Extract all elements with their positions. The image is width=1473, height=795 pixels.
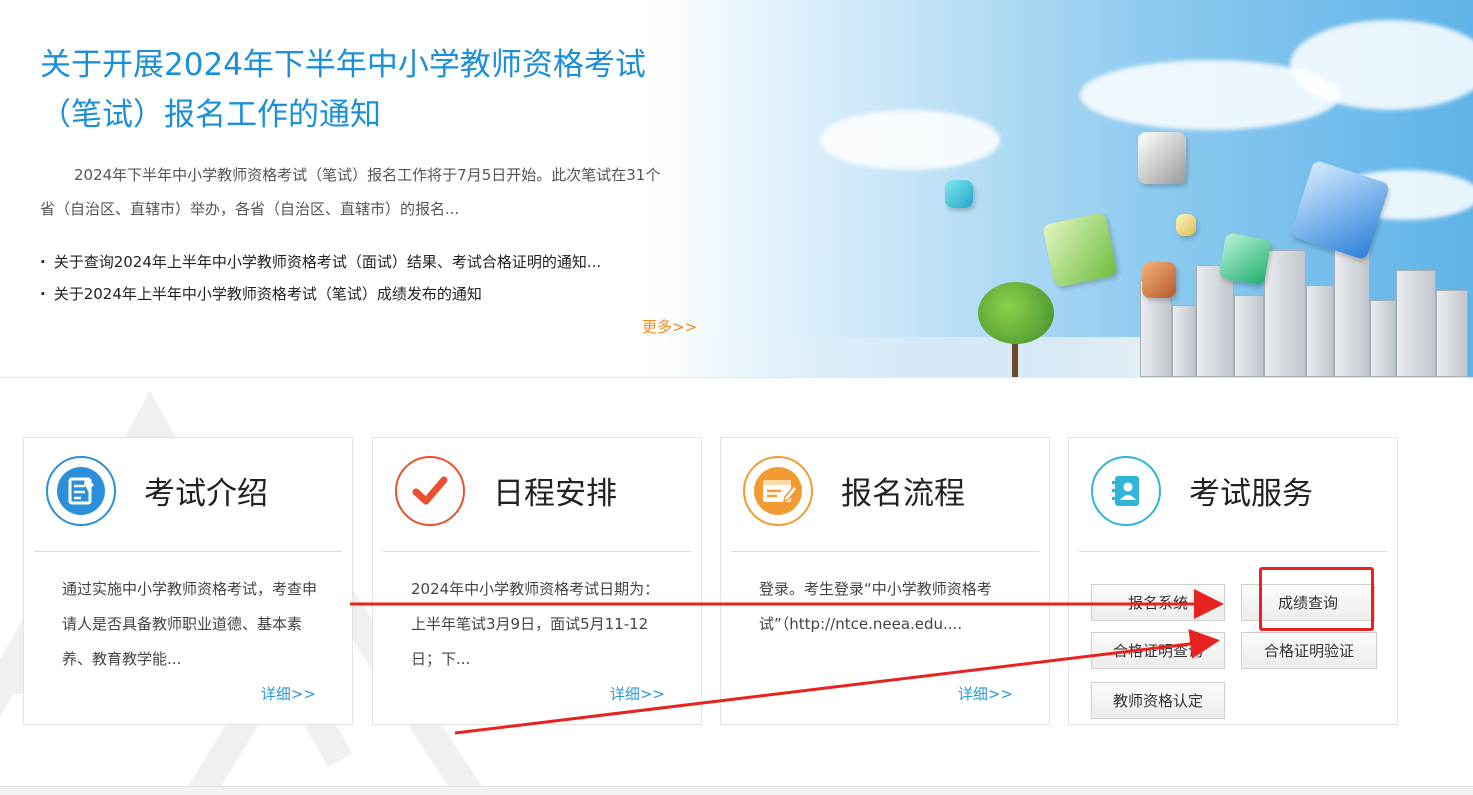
registration-process-card: 报名流程 登录。考生登录“中小学教师资格考试”（http://ntce.neea… (720, 437, 1050, 725)
cloud (820, 110, 1000, 170)
more-news-link[interactable]: 更多>> (642, 316, 697, 337)
tv-cube-icon (1042, 212, 1118, 288)
card-title: 日程安排 (493, 476, 617, 512)
small-yellow-cube-icon (1176, 214, 1196, 236)
teacher-qualification-button[interactable]: 教师资格认定 (1091, 682, 1225, 719)
schedule-card: 日程安排 2024年中小学教师资格考试日期为：上半年笔试3月9日，面试5月11-… (372, 437, 702, 725)
divider (34, 551, 342, 552)
divider (731, 551, 1039, 552)
divider (383, 551, 691, 552)
browser-edit-icon (743, 456, 813, 526)
detail-link[interactable]: 详细>> (610, 683, 665, 704)
green-cube-icon (1218, 232, 1272, 286)
card-title: 报名流程 (841, 476, 965, 512)
exam-service-card: 考试服务 报名系统 成绩查询 合格证明查询 合格证明验证 教师资格认定 (1068, 437, 1398, 725)
detail-link[interactable]: 详细>> (958, 683, 1013, 704)
registration-system-button[interactable]: 报名系统 (1091, 584, 1225, 621)
score-query-button[interactable]: 成绩查询 (1241, 584, 1375, 621)
card-text: 2024年中小学教师资格考试日期为：上半年笔试3月9日，面试5月11-12日；下… (411, 580, 660, 668)
orange-cube-icon (1142, 262, 1176, 298)
certificate-verify-button[interactable]: 合格证明验证 (1241, 632, 1377, 669)
small-cyan-cube-icon (945, 180, 973, 208)
card-title: 考试介绍 (144, 476, 268, 512)
card-text: 登录。考生登录“中小学教师资格考试”（http://ntce.neea.edu.… (759, 580, 992, 633)
news-item[interactable]: 关于2024年上半年中小学教师资格考试（笔试）成绩发布的通知 (40, 278, 601, 310)
divider (1079, 551, 1387, 552)
card-text: 通过实施中小学教师资格考试，考查申请人是否具备教师职业道德、基本素养、教育教学能… (62, 580, 318, 668)
news-item[interactable]: 关于查询2024年上半年中小学教师资格考试（面试）结果、考试合格证明的通知... (40, 246, 601, 278)
checkmark-icon (395, 456, 465, 526)
news-list: 关于查询2024年上半年中小学教师资格考试（面试）结果、考试合格证明的通知...… (40, 246, 601, 310)
detail-link[interactable]: 详细>> (261, 683, 316, 704)
certificate-query-button[interactable]: 合格证明查询 (1091, 632, 1225, 669)
news-banner: 关于开展2024年下半年中小学教师资格考试（笔试）报名工作的通知 2024年下半… (0, 0, 1473, 378)
piano-cube-icon (1138, 132, 1186, 184)
document-edit-icon (46, 456, 116, 526)
exam-intro-card: 考试介绍 通过实施中小学教师资格考试，考查申请人是否具备教师职业道德、基本素养、… (23, 437, 353, 725)
headline-news-title[interactable]: 关于开展2024年下半年中小学教师资格考试（笔试）报名工作的通知 (40, 40, 680, 140)
contact-book-icon (1091, 456, 1161, 526)
headline-news-summary: 2024年下半年中小学教师资格考试（笔试）报名工作将于7月5日开始。此次笔试在3… (40, 166, 661, 218)
card-title: 考试服务 (1189, 476, 1313, 512)
